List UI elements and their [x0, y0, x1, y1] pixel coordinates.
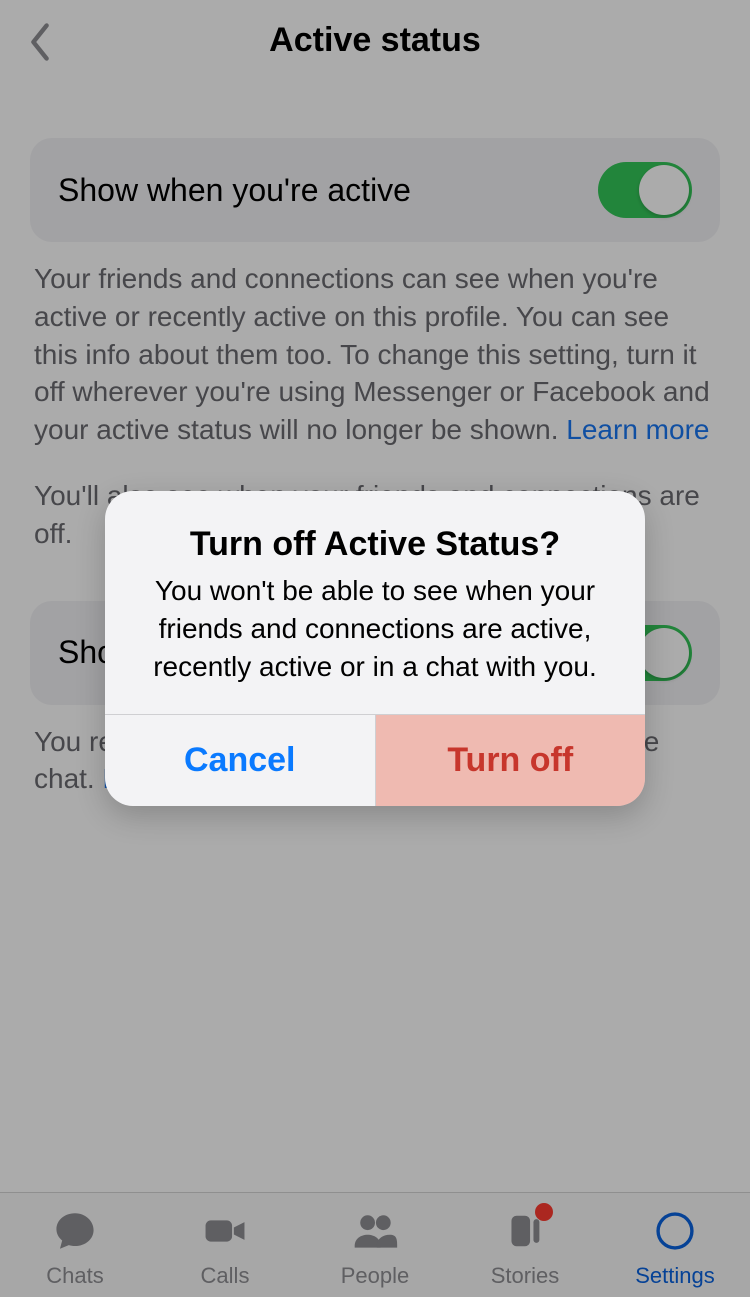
active-status-screen: Active status Show when you're active Yo… [0, 0, 750, 1297]
modal-overlay[interactable]: Turn off Active Status? You won't be abl… [0, 0, 750, 1297]
turn-off-button[interactable]: Turn off [376, 715, 646, 806]
dialog-title: Turn off Active Status? [135, 525, 615, 564]
dialog-actions: Cancel Turn off [105, 714, 645, 806]
cancel-button[interactable]: Cancel [105, 715, 376, 806]
dialog-body: Turn off Active Status? You won't be abl… [105, 491, 645, 713]
turn-off-dialog: Turn off Active Status? You won't be abl… [105, 491, 645, 805]
dialog-message: You won't be able to see when your frien… [135, 572, 615, 685]
